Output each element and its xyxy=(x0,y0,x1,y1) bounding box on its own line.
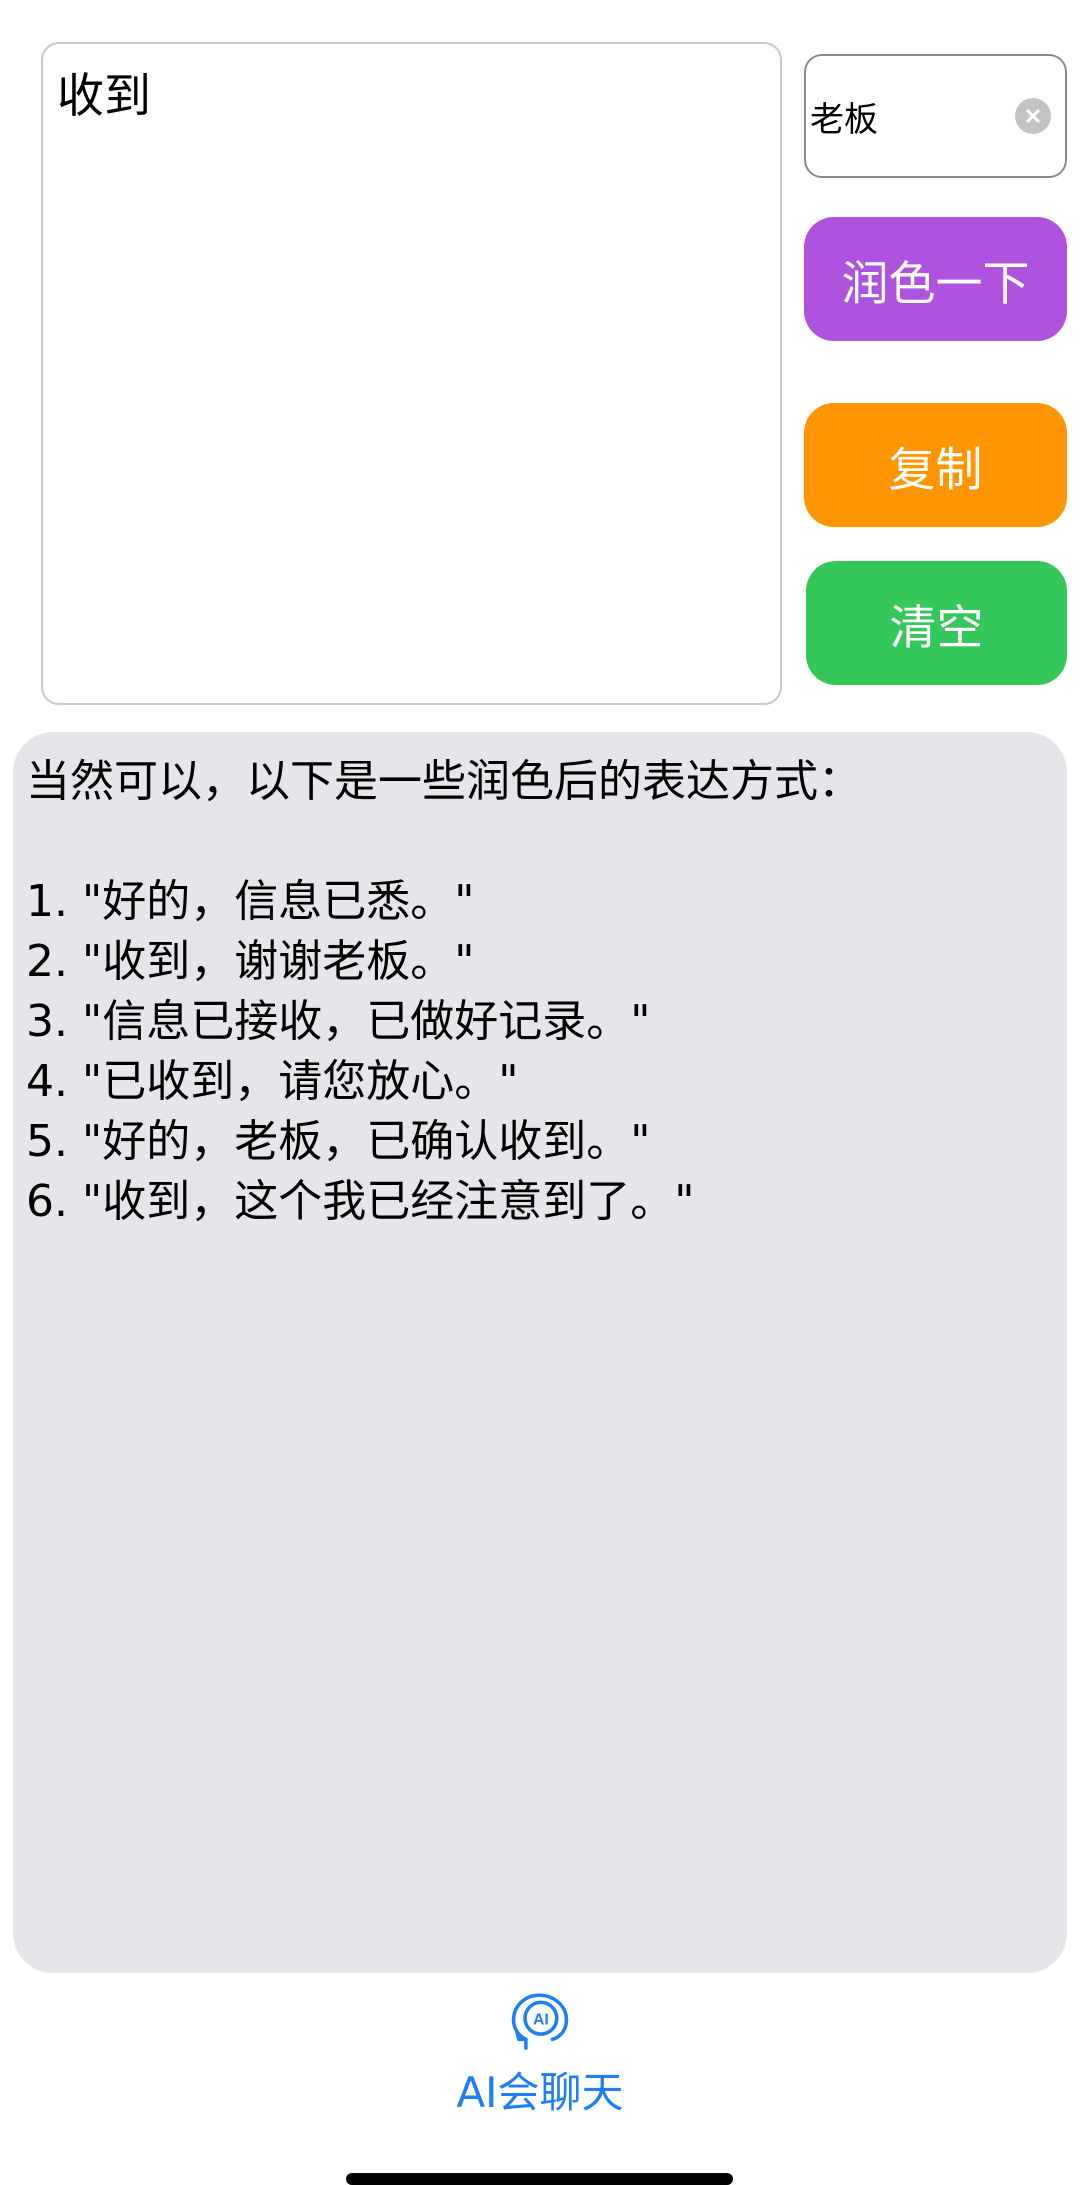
polish-button-label: 润色一下 xyxy=(841,256,1030,312)
recipient-field[interactable]: 老板 xyxy=(804,54,1067,178)
copy-button-label: 复制 xyxy=(888,442,983,498)
clear-button-label: 清空 xyxy=(889,600,984,656)
result-line xyxy=(26,812,1054,872)
message-text: 收到 xyxy=(57,69,151,124)
clear-circle-icon[interactable] xyxy=(1015,98,1051,134)
clear-button[interactable]: 清空 xyxy=(806,561,1067,685)
app-screen: 收到 老板 润色一下 复制 清空 当然可以，以下是一些润色后的表达方式： 1. … xyxy=(0,0,1080,2185)
result-line: 3. "信息已接收，已做好记录。" xyxy=(26,996,651,1047)
tab-bar: AI AI会聊天 xyxy=(0,1990,1080,2140)
message-textarea[interactable]: 收到 xyxy=(41,42,782,705)
copy-button[interactable]: 复制 xyxy=(804,403,1067,527)
result-line: 6. "收到，这个我已经注意到了。" xyxy=(26,1176,695,1227)
result-line: 1. "好的，信息已悉。" xyxy=(26,876,475,927)
home-indicator[interactable] xyxy=(346,2173,733,2185)
recipient-value: 老板 xyxy=(810,99,878,140)
ai-head-icon: AI xyxy=(511,1993,569,2050)
tab-ai-chat-label: AI会聊天 xyxy=(456,2068,624,2117)
tab-ai-chat[interactable]: AI AI会聊天 xyxy=(440,1990,640,2120)
result-line: 2. "收到，谢谢老板。" xyxy=(26,936,475,987)
ai-icon-text: AI xyxy=(533,2011,549,2028)
result-panel[interactable]: 当然可以，以下是一些润色后的表达方式： 1. "好的，信息已悉。" 2. "收到… xyxy=(13,732,1067,1973)
result-line: 5. "好的，老板，已确认收到。" xyxy=(26,1116,651,1167)
polish-button[interactable]: 润色一下 xyxy=(804,217,1067,341)
result-line: 当然可以，以下是一些润色后的表达方式： xyxy=(26,756,862,807)
result-line: 4. "已收到，请您放心。" xyxy=(26,1056,519,1107)
